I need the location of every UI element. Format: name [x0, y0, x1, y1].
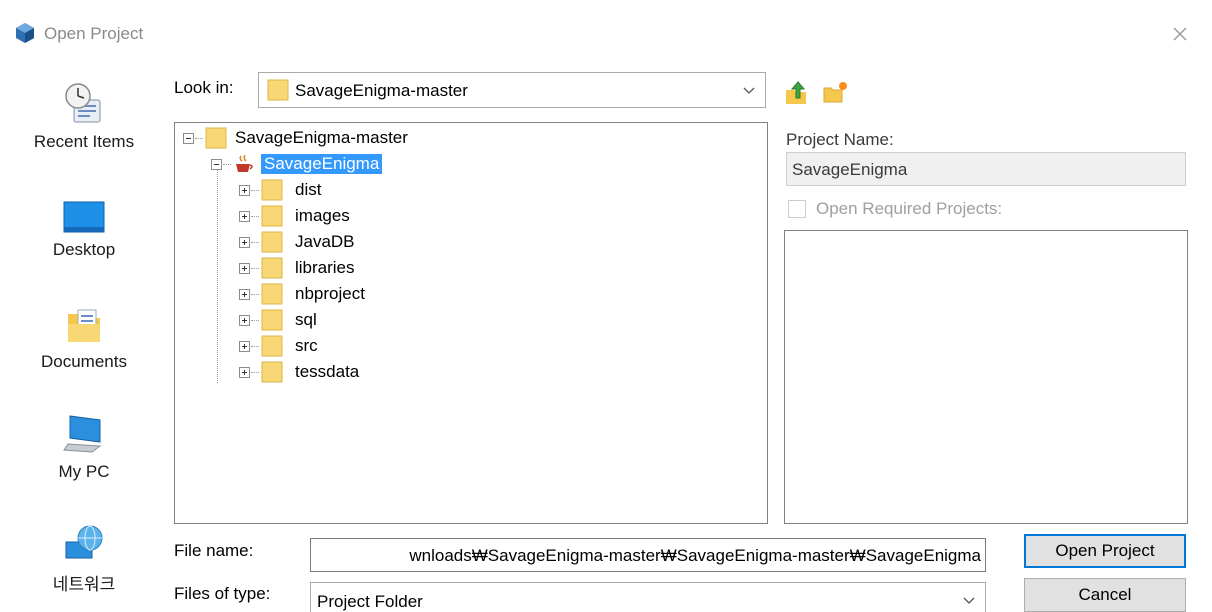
place-documents[interactable]: Documents: [14, 306, 154, 406]
expand-toggle[interactable]: [239, 315, 250, 326]
tree-node-label: tessdata: [295, 362, 360, 381]
tree-node-root[interactable]: SavageEnigma-master: [175, 125, 765, 151]
expand-toggle[interactable]: [239, 341, 250, 352]
place-recent-items[interactable]: Recent Items: [14, 78, 154, 178]
collapse-toggle[interactable]: [183, 133, 194, 144]
tree-node-child[interactable]: src: [175, 333, 765, 359]
tree-node-label: JavaDB: [295, 232, 355, 251]
files-of-type-label: Files of type:: [174, 584, 271, 603]
title-bar: Open Project: [0, 0, 1212, 64]
netbeans-cube-icon: [14, 22, 36, 44]
tree-node-label: src: [295, 336, 318, 355]
expand-toggle[interactable]: [239, 367, 250, 378]
folder-icon: [261, 335, 283, 362]
tree-connector: [251, 372, 259, 373]
folder-icon: [261, 231, 283, 258]
tree-node-project[interactable]: SavageEnigma: [175, 151, 765, 177]
file-name-label: File name:: [174, 541, 254, 560]
up-folder-button[interactable]: [784, 80, 810, 106]
project-tree[interactable]: SavageEnigma-master SavageEnigma dist im…: [174, 122, 768, 524]
folder-icon: [205, 127, 227, 154]
collapse-toggle[interactable]: [211, 159, 222, 170]
required-projects-list[interactable]: [784, 230, 1188, 524]
desktop-icon: [63, 201, 105, 233]
tree-connector: [251, 216, 259, 217]
tree-connector: [251, 268, 259, 269]
open-required-projects-label: Open Required Projects:: [816, 199, 1003, 218]
look-in-label: Look in:: [174, 78, 234, 97]
place-label: Desktop: [52, 240, 116, 259]
tree-node-label: nbproject: [295, 284, 365, 303]
tree-connector: [195, 138, 203, 139]
tree-connector: [251, 320, 259, 321]
tree-node-child[interactable]: sql: [175, 307, 765, 333]
open-project-button[interactable]: Open Project: [1024, 534, 1186, 568]
tree-connector: [251, 346, 259, 347]
expand-toggle[interactable]: [239, 237, 250, 248]
file-name-input[interactable]: wnloads₩SavageEnigma-master₩SavageEnigma…: [310, 538, 986, 572]
expand-toggle[interactable]: [239, 185, 250, 196]
folder-icon: [261, 283, 283, 310]
expand-toggle[interactable]: [239, 263, 250, 274]
network-icon: [65, 525, 103, 559]
place-network[interactable]: 네트워크: [14, 522, 154, 612]
tree-node-label: SavageEnigma: [261, 154, 383, 174]
folder-icon: [261, 257, 283, 284]
place-label: Recent Items: [33, 132, 135, 151]
chevron-down-icon: [961, 592, 977, 608]
project-name-value: SavageEnigma: [792, 160, 908, 179]
tree-node-child[interactable]: tessdata: [175, 359, 765, 385]
folder-icon: [267, 79, 289, 106]
project-name-field: SavageEnigma: [786, 152, 1186, 186]
tree-node-child[interactable]: images: [175, 203, 765, 229]
up-folder-icon: [786, 81, 806, 104]
files-of-type-combo[interactable]: Project Folder: [310, 582, 986, 612]
tree-connector: [223, 164, 231, 165]
tree-connector: [251, 190, 259, 191]
documents-icon: [68, 309, 100, 342]
folder-icon: [261, 361, 283, 388]
place-label: My PC: [58, 462, 110, 481]
file-name-value: wnloads₩SavageEnigma-master₩SavageEnigma…: [409, 546, 981, 565]
new-folder-icon: [823, 82, 847, 103]
chevron-down-icon: [741, 82, 757, 98]
tree-node-child[interactable]: libraries: [175, 255, 765, 281]
expand-toggle[interactable]: [239, 289, 250, 300]
new-folder-button[interactable]: [822, 80, 848, 106]
close-icon: [1173, 27, 1187, 41]
look-in-value: SavageEnigma-master: [295, 81, 468, 100]
place-label: 네트워크: [52, 575, 116, 594]
place-my-pc[interactable]: My PC: [14, 412, 154, 512]
tree-node-label: SavageEnigma-master: [235, 128, 408, 147]
open-project-dialog: Open Project Recent Items Desktop Docume…: [0, 0, 1212, 612]
project-name-label: Project Name:: [786, 130, 894, 149]
tree-node-label: libraries: [295, 258, 355, 277]
window-title: Open Project: [44, 24, 144, 43]
tree-connector: [251, 242, 259, 243]
tree-node-label: images: [295, 206, 350, 225]
tree-node-label: dist: [295, 180, 322, 199]
tree-node-label: sql: [295, 310, 317, 329]
place-label: Documents: [41, 352, 127, 371]
cancel-button[interactable]: Cancel: [1024, 578, 1186, 612]
look-in-combo[interactable]: SavageEnigma-master: [258, 72, 766, 108]
tree-connector: [251, 294, 259, 295]
close-button[interactable]: [1164, 18, 1196, 50]
tree-node-child[interactable]: nbproject: [175, 281, 765, 307]
computer-icon: [63, 415, 102, 453]
checkbox-box[interactable]: [788, 200, 806, 218]
folder-icon: [261, 179, 283, 206]
recent-items-icon: [65, 83, 101, 123]
tree-node-child[interactable]: JavaDB: [175, 229, 765, 255]
folder-icon: [261, 309, 283, 336]
files-of-type-value: Project Folder: [317, 592, 423, 611]
tree-node-child[interactable]: dist: [175, 177, 765, 203]
expand-toggle[interactable]: [239, 211, 250, 222]
place-desktop[interactable]: Desktop: [14, 200, 154, 300]
java-coffee-icon: [233, 153, 255, 180]
folder-icon: [261, 205, 283, 232]
